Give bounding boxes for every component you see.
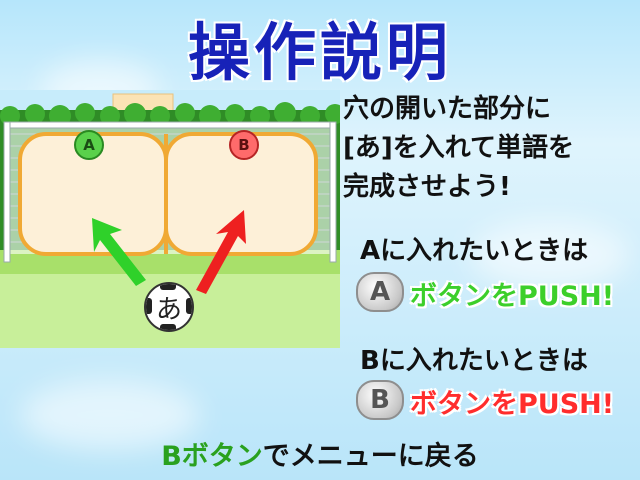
soccer-ball: あ <box>144 282 194 332</box>
target-a-marker: A <box>74 130 104 160</box>
game-preview-scene: A B あ <box>0 90 340 348</box>
ball-character: あ <box>155 294 182 325</box>
b-button-icon[interactable]: B <box>356 380 404 420</box>
row-a-action: ボタンをPUSH! <box>410 281 615 312</box>
page-title: 操作説明 <box>187 16 452 89</box>
instruction-line-1: 穴の開いた部分に <box>343 94 552 124</box>
row-b-action: ボタンをPUSH! <box>410 389 615 420</box>
footer-text: でメニューに戻る <box>262 441 479 472</box>
footer-hint: Bボタンでメニューに戻る <box>0 434 640 473</box>
instruction-line-2: [あ]を入れて単語を <box>343 133 574 163</box>
row-a-label: Aに入れたいときは <box>360 236 589 266</box>
a-button-icon[interactable]: A <box>356 272 404 312</box>
target-b-marker: B <box>229 130 259 160</box>
footer-button-name: Bボタン <box>161 441 263 472</box>
instruction-line-3: 完成させよう! <box>343 172 511 202</box>
row-b-label: Bに入れたいときは <box>360 346 588 376</box>
